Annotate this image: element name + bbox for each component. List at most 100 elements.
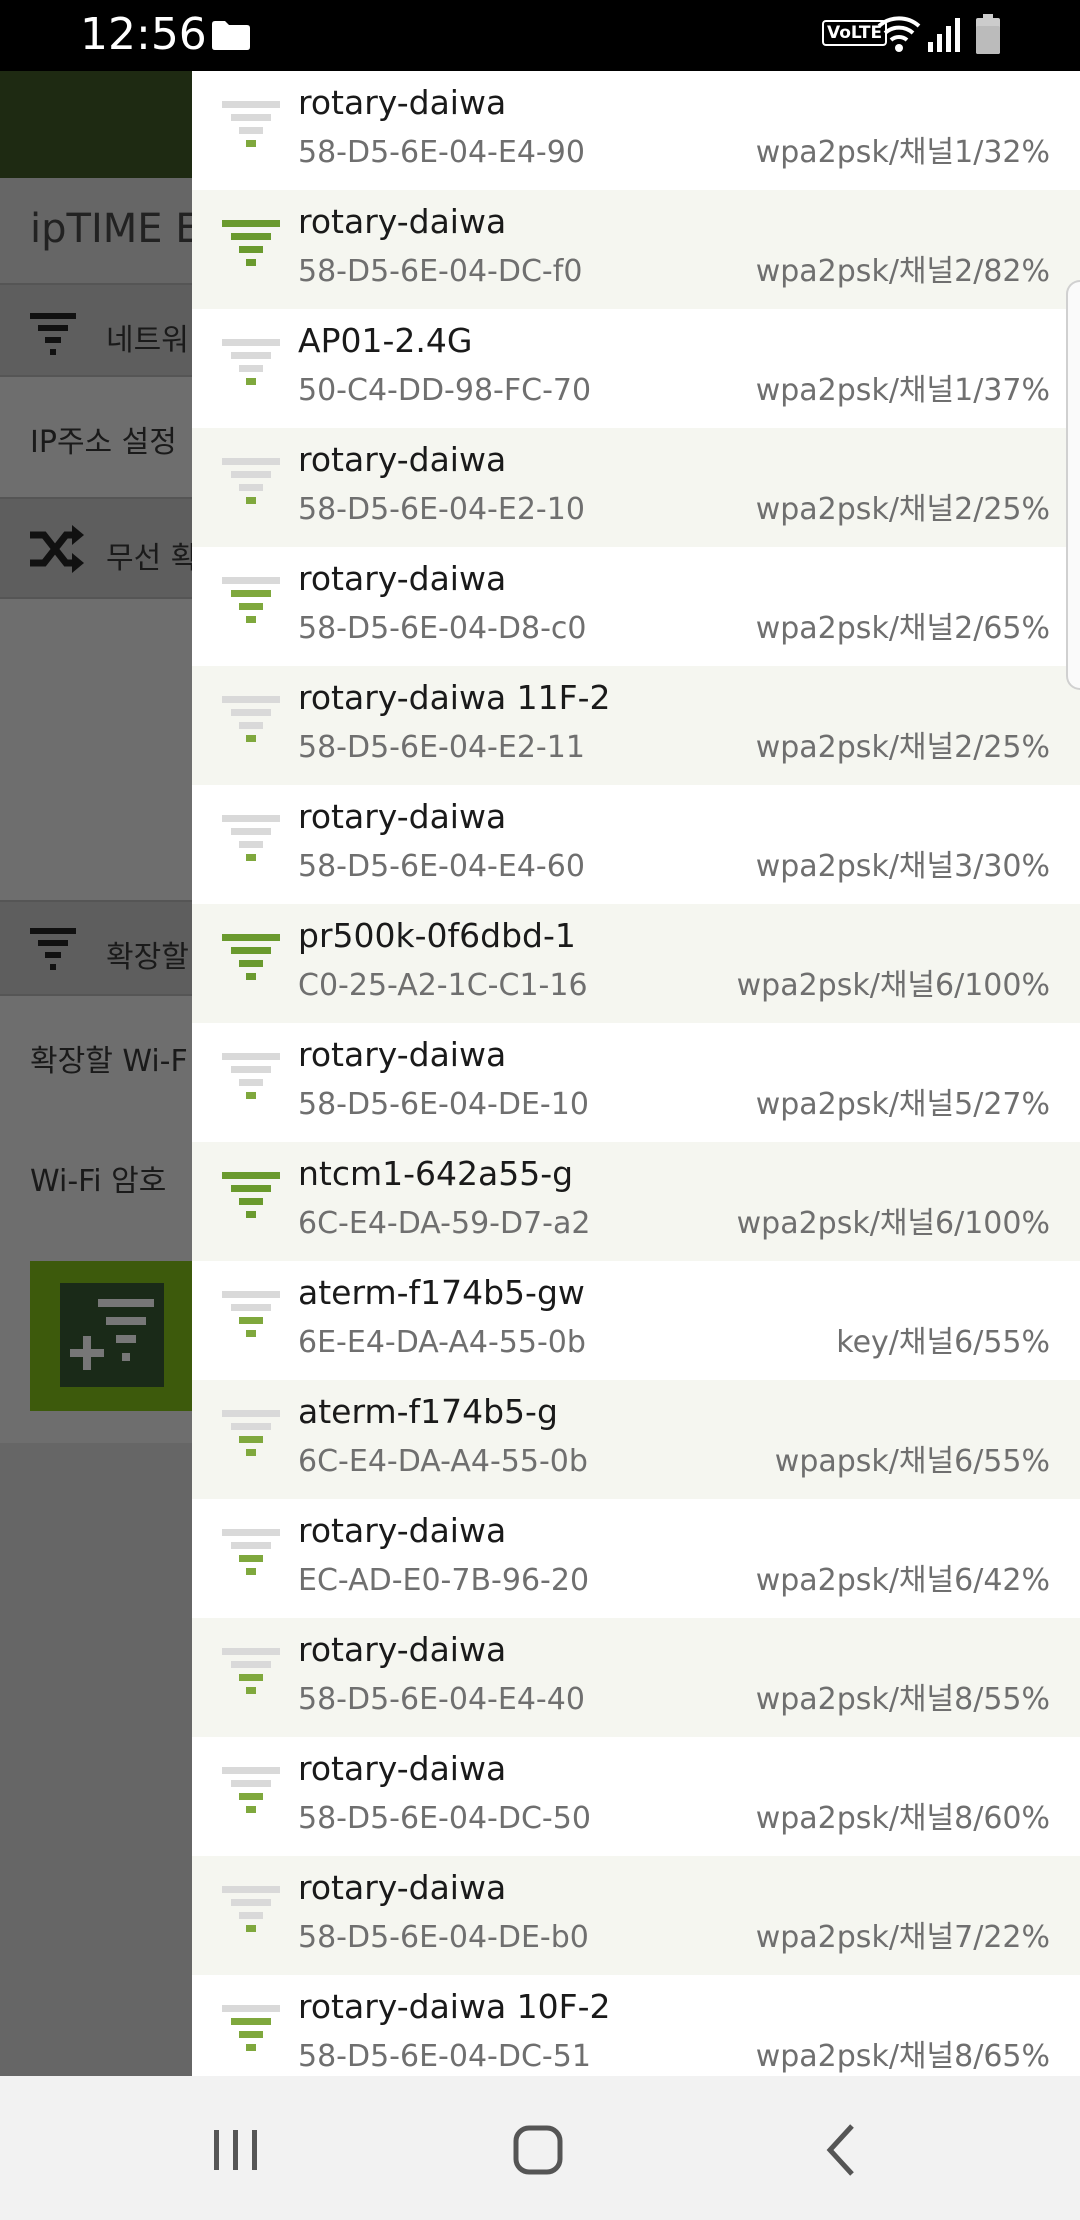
network-list-item[interactable]: rotary-daiwa 11F-2 58-D5-6E-04-E2-11 wpa2p…: [192, 666, 1080, 785]
network-list-item[interactable]: AP01-2.4G 50-C4-DD-98-FC-70 wpa2psk/채널1/37…: [192, 309, 1080, 428]
network-mac: 58-D5-6E-04-E4-60: [298, 849, 585, 884]
wifi-signal-icon: [222, 1172, 280, 1218]
wifi-signal-icon: [222, 577, 280, 623]
network-mac: EC-AD-E0-7B-96-20: [298, 1563, 590, 1598]
wifi-signal-icon: [222, 1053, 280, 1099]
network-mac: 50-C4-DD-98-FC-70: [298, 373, 592, 408]
network-ssid: rotary-daiwa: [298, 1630, 507, 1669]
wifi-signal-icon: [222, 101, 280, 147]
recent-apps-icon[interactable]: [206, 2120, 266, 2180]
network-list-item[interactable]: ntcm1-642a55-g 6C-E4-DA-59-D7-a2 wpa2psk/채…: [192, 1142, 1080, 1261]
network-list-item[interactable]: rotary-daiwa 58-D5-6E-04-D8-c0 wpa2psk/채널2…: [192, 547, 1080, 666]
network-list-item[interactable]: rotary-daiwa 58-D5-6E-04-DC-f0 wpa2psk/채널2…: [192, 190, 1080, 309]
network-mac: 58-D5-6E-04-E4-90: [298, 135, 585, 170]
network-ssid: aterm-f174b5-gw: [298, 1273, 585, 1312]
network-ssid: rotary-daiwa: [298, 202, 507, 241]
network-mac: 6E-E4-DA-A4-55-0b: [298, 1325, 586, 1360]
network-mac: C0-25-A2-1C-C1-16: [298, 968, 588, 1003]
wifi-signal-icon: [222, 696, 280, 742]
filter-icon: [30, 313, 76, 355]
network-list-item[interactable]: rotary-daiwa 58-D5-6E-04-DE-b0 wpa2psk/채널7…: [192, 1856, 1080, 1975]
network-list-item[interactable]: rotary-daiwa EC-AD-E0-7B-96-20 wpa2psk/채널6…: [192, 1499, 1080, 1618]
section-network-label: 네트워: [106, 323, 189, 358]
network-ssid: rotary-daiwa 11F-2: [298, 678, 611, 717]
network-security-channel-strength: wpa2psk/채널6/100%: [736, 1206, 1050, 1241]
home-icon[interactable]: [508, 2120, 568, 2180]
network-ssid: rotary-daiwa: [298, 797, 507, 836]
network-security-channel-strength: wpa2psk/채널1/37%: [755, 373, 1050, 408]
network-ssid: rotary-daiwa: [298, 440, 507, 479]
network-security-channel-strength: wpa2psk/채널8/60%: [755, 1801, 1050, 1836]
network-security-channel-strength: wpa2psk/채널1/32%: [755, 135, 1050, 170]
network-mac: 6C-E4-DA-59-D7-a2: [298, 1206, 591, 1241]
network-mac: 58-D5-6E-04-E4-40: [298, 1682, 585, 1717]
network-ssid: rotary-daiwa: [298, 1868, 507, 1907]
signal-icon: [928, 18, 960, 52]
network-ssid: rotary-daiwa: [298, 559, 507, 598]
network-security-channel-strength: wpa2psk/채널8/55%: [755, 1682, 1050, 1717]
wifi-signal-icon: [222, 1648, 280, 1694]
status-bar: 12:56 VoLTE: [0, 0, 1080, 71]
wifi-signal-icon: [222, 1410, 280, 1456]
network-list-item[interactable]: rotary-daiwa 58-D5-6E-04-E4-90 wpa2psk/채널1…: [192, 71, 1080, 190]
network-list-item[interactable]: rotary-daiwa 58-D5-6E-04-E2-10 wpa2psk/채널2…: [192, 428, 1080, 547]
network-ssid: rotary-daiwa: [298, 1511, 507, 1550]
network-ssid: pr500k-0f6dbd-1: [298, 916, 576, 955]
wifi-signal-icon: [222, 934, 280, 980]
network-mac: 58-D5-6E-04-DC-50: [298, 1801, 591, 1836]
section-extend-label: 확장할: [106, 940, 189, 975]
folder-icon: [212, 21, 250, 50]
network-dropdown-list[interactable]: rotary-daiwa 58-D5-6E-04-E4-90 wpa2psk/채널1…: [192, 71, 1080, 2076]
network-security-channel-strength: wpa2psk/채널6/42%: [755, 1563, 1050, 1598]
network-mac: 58-D5-6E-04-D8-c0: [298, 611, 587, 646]
network-mac: 58-D5-6E-04-DE-10: [298, 1087, 589, 1122]
network-list-item[interactable]: rotary-daiwa 10F-2 58-D5-6E-04-DC-51 wpa2p…: [192, 1975, 1080, 2076]
network-security-channel-strength: wpa2psk/채널2/25%: [755, 730, 1050, 765]
network-ssid: ntcm1-642a55-g: [298, 1154, 574, 1193]
network-list-item[interactable]: rotary-daiwa 58-D5-6E-04-DC-50 wpa2psk/채널8…: [192, 1737, 1080, 1856]
section-wireless-label: 무선 확: [106, 541, 199, 576]
network-security-channel-strength: key/채널6/55%: [836, 1325, 1050, 1360]
network-ssid: AP01-2.4G: [298, 321, 473, 360]
network-ssid: aterm-f174b5-g: [298, 1392, 558, 1431]
network-list-item[interactable]: pr500k-0f6dbd-1 C0-25-A2-1C-C1-16 wpa2psk/…: [192, 904, 1080, 1023]
edge-panel-handle[interactable]: [1066, 280, 1080, 690]
wifi-signal-icon: [222, 220, 280, 266]
battery-icon: [976, 14, 1000, 54]
network-security-channel-strength: wpa2psk/채널3/30%: [755, 849, 1050, 884]
network-list-item[interactable]: aterm-f174b5-gw 6E-E4-DA-A4-55-0b key/채널6/…: [192, 1261, 1080, 1380]
status-time: 12:56: [80, 9, 207, 60]
network-list-item[interactable]: aterm-f174b5-g 6C-E4-DA-A4-55-0b wpapsk/채널…: [192, 1380, 1080, 1499]
network-security-channel-strength: wpa2psk/채널5/27%: [755, 1087, 1050, 1122]
wifi-icon: [877, 16, 921, 52]
network-security-channel-strength: wpa2psk/채널2/65%: [755, 611, 1050, 646]
network-security-channel-strength: wpa2psk/채널8/65%: [755, 2039, 1050, 2074]
network-list-item[interactable]: rotary-daiwa 58-D5-6E-04-E4-40 wpa2psk/채널8…: [192, 1618, 1080, 1737]
network-security-channel-strength: wpa2psk/채널2/82%: [755, 254, 1050, 289]
network-ssid: rotary-daiwa: [298, 1749, 507, 1788]
wifi-signal-icon: [222, 2005, 280, 2051]
shuffle-icon: [30, 525, 84, 573]
network-mac: 58-D5-6E-04-DC-f0: [298, 254, 583, 289]
filter-icon: [30, 928, 76, 970]
network-security-channel-strength: wpapsk/채널6/55%: [774, 1444, 1050, 1479]
wifi-signal-icon: [222, 458, 280, 504]
back-icon[interactable]: [812, 2120, 872, 2180]
wifi-signal-icon: [222, 1291, 280, 1337]
network-list-item[interactable]: rotary-daiwa 58-D5-6E-04-DE-10 wpa2psk/채널5…: [192, 1023, 1080, 1142]
wifi-signal-icon: [222, 1529, 280, 1575]
wifi-signal-icon: [222, 1886, 280, 1932]
network-mac: 6C-E4-DA-A4-55-0b: [298, 1444, 588, 1479]
network-security-channel-strength: wpa2psk/채널6/100%: [736, 968, 1050, 1003]
ip-row-label: IP주소 설정: [30, 425, 177, 460]
navigation-bar: [0, 2076, 1080, 2220]
network-mac: 58-D5-6E-04-E2-10: [298, 492, 585, 527]
add-filter-icon: [70, 1299, 154, 1370]
network-ssid: rotary-daiwa 10F-2: [298, 1987, 611, 2026]
wifi-password-label: Wi-Fi 암호: [30, 1164, 167, 1199]
network-ssid: rotary-daiwa: [298, 1035, 507, 1074]
network-list-item[interactable]: rotary-daiwa 58-D5-6E-04-E4-60 wpa2psk/채널3…: [192, 785, 1080, 904]
wifi-signal-icon: [222, 339, 280, 385]
wifi-signal-icon: [222, 1767, 280, 1813]
network-security-channel-strength: wpa2psk/채널7/22%: [755, 1920, 1050, 1955]
